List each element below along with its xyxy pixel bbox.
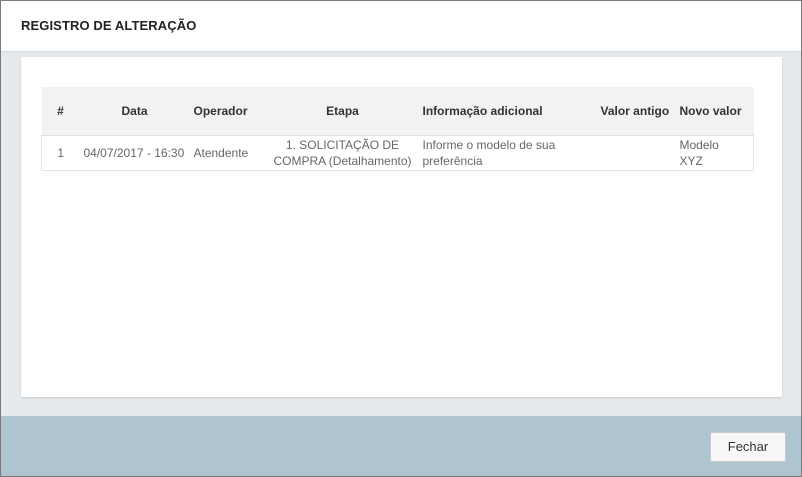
cell-novo-valor-line1: Modelo xyxy=(679,137,719,152)
col-header-valor-antigo: Valor antigo xyxy=(596,87,676,136)
cell-operador: Atendente xyxy=(189,135,267,171)
table-header-row: # Data Operador Etapa Informação adicion… xyxy=(41,87,754,136)
content-panel: # Data Operador Etapa Informação adicion… xyxy=(21,57,782,397)
cell-data: 04/07/2017 - 16:30 xyxy=(79,135,190,171)
modal-body: # Data Operador Etapa Informação adicion… xyxy=(1,53,801,416)
cell-etapa: 1. SOLICITAÇÃO DE COMPRA (Detalhamento) xyxy=(266,135,419,171)
cell-informacao: Informe o modelo de sua preferência xyxy=(418,135,597,171)
cell-novo-valor-line2: XYZ xyxy=(679,153,703,168)
col-header-novo-valor: Novo valor xyxy=(675,87,754,136)
modal-footer: Fechar xyxy=(1,416,801,476)
col-header-informacao: Informação adicional xyxy=(418,87,597,136)
col-header-num: # xyxy=(41,87,80,136)
cell-num: 1 xyxy=(41,135,80,171)
cell-informacao-line1: Informe o modelo de sua xyxy=(422,137,556,152)
change-log-modal: REGISTRO DE ALTERAÇÃO # Data Operador Et… xyxy=(0,0,802,477)
cell-etapa-line2: COMPRA (Detalhamento) xyxy=(273,153,412,168)
cell-informacao-line2: preferência xyxy=(422,153,483,168)
table-row: 1 04/07/2017 - 16:30 Atendente 1. SOLICI… xyxy=(41,135,754,171)
change-log-table: # Data Operador Etapa Informação adicion… xyxy=(41,87,754,171)
cell-novo-valor: Modelo XYZ xyxy=(675,135,754,171)
cell-valor-antigo xyxy=(596,135,676,171)
close-button[interactable]: Fechar xyxy=(710,432,786,462)
col-header-etapa: Etapa xyxy=(266,87,419,136)
col-header-data: Data xyxy=(79,87,190,136)
modal-header: REGISTRO DE ALTERAÇÃO xyxy=(1,1,801,52)
cell-etapa-line1: 1. SOLICITAÇÃO DE xyxy=(285,137,400,152)
modal-title: REGISTRO DE ALTERAÇÃO xyxy=(21,18,197,33)
col-header-operador: Operador xyxy=(189,87,267,136)
